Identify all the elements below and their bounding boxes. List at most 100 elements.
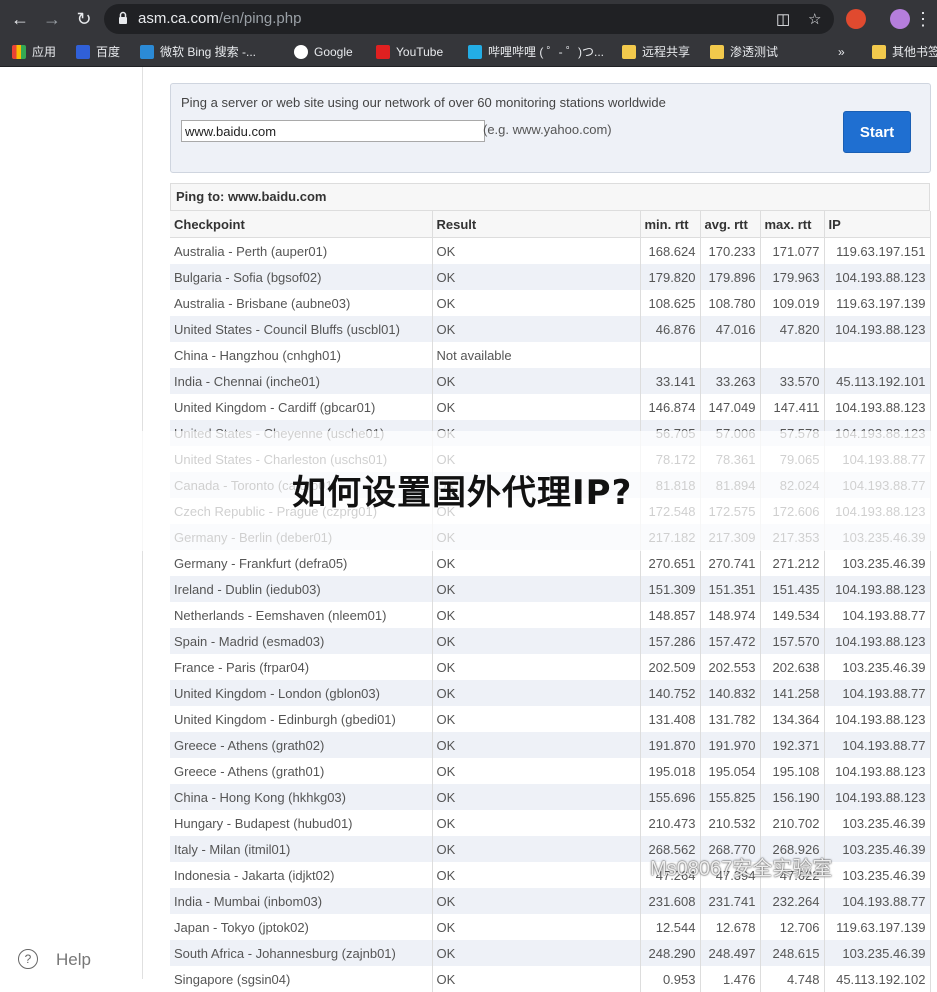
cell-ip: 103.235.46.39: [824, 550, 931, 576]
cell-result: OK: [432, 576, 641, 602]
cell-ip: 103.235.46.39: [824, 940, 931, 966]
cell-result: OK: [432, 602, 641, 628]
column-header-avg-rtt[interactable]: avg. rtt: [700, 211, 761, 238]
cell-ip: 104.193.88.123: [824, 576, 931, 602]
cell-ip: 104.193.88.123: [824, 758, 931, 784]
cell-result: OK: [432, 264, 641, 290]
bookmark-bilibili[interactable]: 哔哩哔哩 ( ゜- ゜)つ...: [468, 43, 604, 61]
bing-icon: [140, 45, 154, 59]
start-button[interactable]: Start: [843, 111, 911, 153]
cell-ip: 104.193.88.123: [824, 394, 931, 420]
cell-avg-rtt: 191.970: [700, 732, 761, 758]
cell-result: Not available: [432, 342, 641, 368]
cell-avg-rtt: 148.974: [700, 602, 761, 628]
cell-checkpoint: Hungary - Budapest (hubud01): [170, 810, 433, 836]
cell-checkpoint: India - Chennai (inche01): [170, 368, 433, 394]
cell-min-rtt: 202.509: [640, 654, 701, 680]
cell-checkpoint: Germany - Frankfurt (defra05): [170, 550, 433, 576]
cell-max-rtt: 271.212: [760, 550, 825, 576]
cell-result: OK: [432, 550, 641, 576]
forward-arrow-icon[interactable]: →: [40, 7, 64, 31]
column-header-max-rtt[interactable]: max. rtt: [760, 211, 825, 238]
cell-min-rtt: 0.953: [640, 966, 701, 992]
help-button[interactable]: ? Help: [0, 940, 142, 979]
bookmark-google[interactable]: Google: [294, 43, 353, 61]
cell-ip: 103.235.46.39: [824, 836, 931, 862]
back-arrow-icon[interactable]: ←: [8, 7, 32, 31]
cell-min-rtt: 46.876: [640, 316, 701, 342]
cell-ip: 104.193.88.77: [824, 680, 931, 706]
cell-checkpoint: Spain - Madrid (esmad03): [170, 628, 433, 654]
cell-max-rtt: 151.435: [760, 576, 825, 602]
column-header-ip[interactable]: IP: [824, 211, 931, 238]
bookmark-bing[interactable]: 微软 Bing 搜索 -...: [140, 43, 256, 61]
bookmarks-overflow-button[interactable]: »: [838, 43, 845, 61]
bookmark-folder-pentest[interactable]: 渗透测试: [710, 43, 778, 61]
cell-avg-rtt: 33.263: [700, 368, 761, 394]
cell-checkpoint: Netherlands - Eemshaven (nleem01): [170, 602, 433, 628]
folder-icon: [872, 45, 886, 59]
cell-checkpoint: China - Hangzhou (cnhgh01): [170, 342, 433, 368]
cell-ip: 45.113.192.101: [824, 368, 931, 394]
google-icon: [294, 45, 308, 59]
cell-avg-rtt: 170.233: [700, 237, 761, 264]
address-bar[interactable]: asm.ca.com/en/ping.php ◫ ☆: [104, 4, 834, 34]
cell-ip: 103.235.46.39: [824, 654, 931, 680]
bookmark-folder-other[interactable]: 其他书签: [872, 43, 937, 61]
cell-min-rtt: 168.624: [640, 237, 701, 264]
cell-checkpoint: Australia - Brisbane (aubne03): [170, 290, 433, 316]
cell-checkpoint: Japan - Tokyo (jptok02): [170, 914, 433, 940]
cell-max-rtt: 171.077: [760, 237, 825, 264]
cell-avg-rtt: 108.780: [700, 290, 761, 316]
profile-avatar-icon[interactable]: [890, 9, 910, 29]
input-example-hint: (e.g. www.yahoo.com): [483, 122, 612, 137]
cell-avg-rtt: 210.532: [700, 810, 761, 836]
ping-form: Ping a server or web site using our netw…: [170, 83, 931, 173]
cell-checkpoint: United States - Council Bluffs (uscbl01): [170, 316, 433, 342]
cell-min-rtt: 33.141: [640, 368, 701, 394]
table-row: South Africa - Johannesburg (zajnb01) OK 2…: [170, 940, 931, 966]
cell-max-rtt: 134.364: [760, 706, 825, 732]
bookmark-youtube[interactable]: YouTube: [376, 43, 443, 61]
host-input[interactable]: [181, 120, 485, 142]
cell-result: OK: [432, 836, 641, 862]
cell-avg-rtt: [700, 342, 761, 368]
bookmark-apps[interactable]: 应用: [12, 43, 56, 61]
folder-icon: [710, 45, 724, 59]
cell-ip: 45.113.192.102: [824, 966, 931, 992]
cell-min-rtt: 131.408: [640, 706, 701, 732]
cell-result: OK: [432, 628, 641, 654]
extension-icon[interactable]: [846, 9, 866, 29]
column-header-checkpoint[interactable]: Checkpoint: [170, 211, 433, 238]
cell-checkpoint: United Kingdom - London (gblon03): [170, 680, 433, 706]
bookmark-folder-remote-share[interactable]: 远程共享: [622, 43, 690, 61]
table-row: Australia - Perth (auper01) OK 168.624 170.…: [170, 237, 931, 264]
cell-avg-rtt: 12.678: [700, 914, 761, 940]
bookmark-baidu[interactable]: 百度: [76, 43, 120, 61]
browser-toolbar: ← → ↻ asm.ca.com/en/ping.php ◫ ☆ ⋮: [0, 0, 937, 38]
column-header-result[interactable]: Result: [432, 211, 641, 238]
cell-ip: 104.193.88.123: [824, 784, 931, 810]
cell-max-rtt: 195.108: [760, 758, 825, 784]
cell-result: OK: [432, 237, 641, 264]
cell-min-rtt: 231.608: [640, 888, 701, 914]
cell-ip: 104.193.88.77: [824, 888, 931, 914]
translate-icon[interactable]: ◫: [776, 10, 790, 28]
cell-avg-rtt: 151.351: [700, 576, 761, 602]
wechat-watermark: Ms08067安全实验室: [650, 858, 833, 880]
cell-result: OK: [432, 706, 641, 732]
cell-checkpoint: Singapore (sgsin04): [170, 966, 433, 992]
bookmark-star-icon[interactable]: ☆: [808, 10, 821, 28]
cell-ip: 119.63.197.139: [824, 290, 931, 316]
cell-max-rtt: 12.706: [760, 914, 825, 940]
menu-kebab-icon[interactable]: ⋮: [913, 7, 933, 31]
table-row: United Kingdom - Cardiff (gbcar01) OK 146.…: [170, 394, 931, 420]
cell-max-rtt: 248.615: [760, 940, 825, 966]
cell-avg-rtt: 131.782: [700, 706, 761, 732]
reload-icon[interactable]: ↻: [72, 7, 96, 31]
table-row: Australia - Brisbane (aubne03) OK 108.625 1…: [170, 290, 931, 316]
baidu-icon: [76, 45, 90, 59]
cell-max-rtt: 210.702: [760, 810, 825, 836]
cell-ip: 104.193.88.123: [824, 316, 931, 342]
column-header-min-rtt[interactable]: min. rtt: [640, 211, 701, 238]
